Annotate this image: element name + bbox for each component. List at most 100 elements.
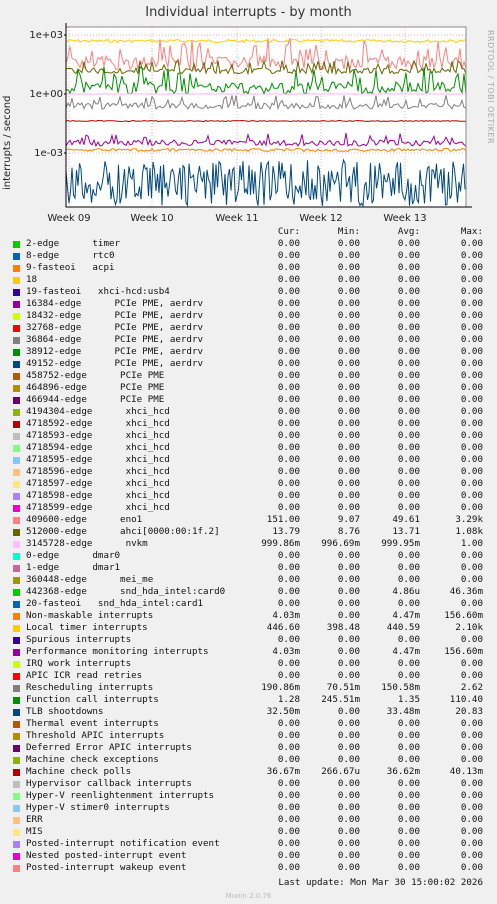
legend-row: 464896-edge PCIe PME 0.00 0.00 0.00 0.00 (0, 382, 497, 394)
legend-swatch (13, 589, 20, 596)
legend-row: 36864-edge PCIe PME, aerdrv 0.00 0.00 0.00 0… (0, 334, 497, 346)
legend-swatch (13, 433, 20, 440)
legend-label: 442368-edge snd_hda_intel:card0 (26, 586, 226, 597)
legend-swatch (13, 397, 20, 404)
legend-avg: 0.00 (397, 778, 420, 789)
legend-max: 0.00 (460, 838, 483, 849)
legend-label: 4718598-edge xhci_hcd (26, 490, 170, 501)
legend-label: 464896-edge PCIe PME (26, 382, 165, 393)
legend-swatch (13, 853, 20, 860)
legend-max: 0.00 (460, 490, 483, 501)
legend-label: Function call interrupts (26, 694, 159, 705)
legend-max: 0.00 (460, 778, 483, 789)
legend-avg: 49.61 (392, 514, 420, 525)
last-update: Last update: Mon Mar 30 15:00:02 2026 (278, 877, 483, 888)
legend-row: 2-edge timer 0.00 0.00 0.00 0.00 (0, 238, 497, 250)
legend-row: 409600-edge eno1 151.00 9.07 49.61 3.29k (0, 514, 497, 526)
legend-max: 3.29k (455, 514, 483, 525)
legend-row: IRQ work interrupts 0.00 0.00 0.00 0.00 (0, 658, 497, 670)
legend-swatch (13, 661, 20, 668)
legend-avg: 0.00 (397, 430, 420, 441)
legend-max: 0.00 (460, 862, 483, 873)
legend-avg: 0.00 (397, 862, 420, 873)
legend-label: 4194304-edge xhci_hcd (26, 406, 170, 417)
legend-label: 20-fasteoi snd_hda_intel:card1 (26, 598, 204, 609)
legend-avg: 0.00 (397, 742, 420, 753)
legend-avg: 1.35 (397, 694, 420, 705)
legend-avg: 0.00 (397, 478, 420, 489)
legend-max: 46.36m (449, 586, 483, 597)
legend-max: 0.00 (460, 598, 483, 609)
legend-swatch (13, 769, 20, 776)
legend-max: 40.13m (449, 766, 483, 777)
legend-label: 18 (26, 274, 38, 285)
legend-max: 20.83 (455, 706, 483, 717)
legend-max: 0.00 (460, 430, 483, 441)
legend-max: 0.00 (460, 262, 483, 273)
y-tick-label: 1e-03 (34, 148, 63, 159)
legend-max: 0.00 (460, 442, 483, 453)
legend-row: 19-fasteoi xhci-hcd:usb4 0.00 0.00 0.00 0.00 (0, 286, 497, 298)
legend-swatch (13, 541, 20, 548)
legend-label: TLB shootdowns (26, 706, 104, 717)
legend-swatch (13, 445, 20, 452)
legend-max: 0.00 (460, 478, 483, 489)
legend-swatch (13, 613, 20, 620)
legend-swatch (13, 253, 20, 260)
legend-row: MIS 0.00 0.00 0.00 0.00 (0, 826, 497, 838)
legend-avg: 4.47m (392, 610, 420, 621)
legend-row: Spurious interrupts 0.00 0.00 0.00 0.00 (0, 634, 497, 646)
legend-swatch (13, 601, 20, 608)
legend-row: 9-fasteoi acpi 0.00 0.00 0.00 0.00 (0, 262, 497, 274)
legend-row: Posted-interrupt notification event 0.00 0… (0, 838, 497, 850)
legend-max: 0.00 (460, 334, 483, 345)
legend-swatch (13, 637, 20, 644)
legend-max: 0.00 (460, 658, 483, 669)
legend-max: 0.00 (460, 274, 483, 285)
legend-swatch (13, 733, 20, 740)
legend-max: 0.00 (460, 298, 483, 309)
legend-max: 2.10k (455, 622, 483, 633)
legend-swatch (13, 565, 20, 572)
legend-max: 0.00 (460, 310, 483, 321)
legend-row: 4194304-edge xhci_hcd 0.00 0.00 0.00 0.00 (0, 406, 497, 418)
legend-swatch (13, 805, 20, 812)
legend-row: Non-maskable interrupts 4.03m 0.00 4.47m 156… (0, 610, 497, 622)
legend-max: 0.00 (460, 718, 483, 729)
legend-label: 4718599-edge xhci_hcd (26, 502, 170, 513)
legend-row: 38912-edge PCIe PME, aerdrv 0.00 0.00 0.00 0… (0, 346, 497, 358)
legend-avg: 4.86u (392, 586, 420, 597)
legend-row: 18 0.00 0.00 0.00 0.00 (0, 274, 497, 286)
legend-max: 0.00 (460, 550, 483, 561)
legend-avg: 0.00 (397, 802, 420, 813)
legend-avg: 0.00 (397, 502, 420, 513)
legend-avg: 0.00 (397, 370, 420, 381)
legend-avg: 0.00 (397, 658, 420, 669)
legend-max: 0.00 (460, 454, 483, 465)
legend-avg: 0.00 (397, 262, 420, 273)
legend-max: 0.00 (460, 670, 483, 681)
legend-max: 0.00 (460, 406, 483, 417)
legend-avg: 0.00 (397, 670, 420, 681)
legend-label: 466944-edge PCIe PME (26, 394, 165, 405)
legend-swatch (13, 673, 20, 680)
legend-max: 0.00 (460, 562, 483, 573)
legend-row: 20-fasteoi snd_hda_intel:card1 0.00 0.00 0.… (0, 598, 497, 610)
legend-max: 0.00 (460, 322, 483, 333)
legend-row: Deferred Error APIC interrupts 0.00 0.00 0.… (0, 742, 497, 754)
legend-label: 9-fasteoi acpi (26, 262, 115, 273)
legend-max: 0.00 (460, 286, 483, 297)
legend-row: TLB shootdowns 32.50m 0.00 33.48m 20.83 (0, 706, 497, 718)
legend-row: 1-edge dmar1 0.00 0.00 0.00 0.00 (0, 562, 497, 574)
legend-avg: 0.00 (397, 754, 420, 765)
legend-avg: 0.00 (397, 298, 420, 309)
legend-row: Machine check exceptions 0.00 0.00 0.00 0.00 (0, 754, 497, 766)
legend-avg: 0.00 (397, 418, 420, 429)
legend-label: 4718597-edge xhci_hcd (26, 478, 170, 489)
legend-label: Rescheduling interrupts (26, 682, 154, 693)
legend-label: APIC ICR read retries (26, 670, 143, 681)
legend-avg: 0.00 (397, 466, 420, 477)
x-tick-label: Week 13 (383, 213, 426, 224)
legend-label: 18432-edge PCIe PME, aerdrv (26, 310, 204, 321)
legend-row: Thermal event interrupts 0.00 0.00 0.00 0.00 (0, 718, 497, 730)
